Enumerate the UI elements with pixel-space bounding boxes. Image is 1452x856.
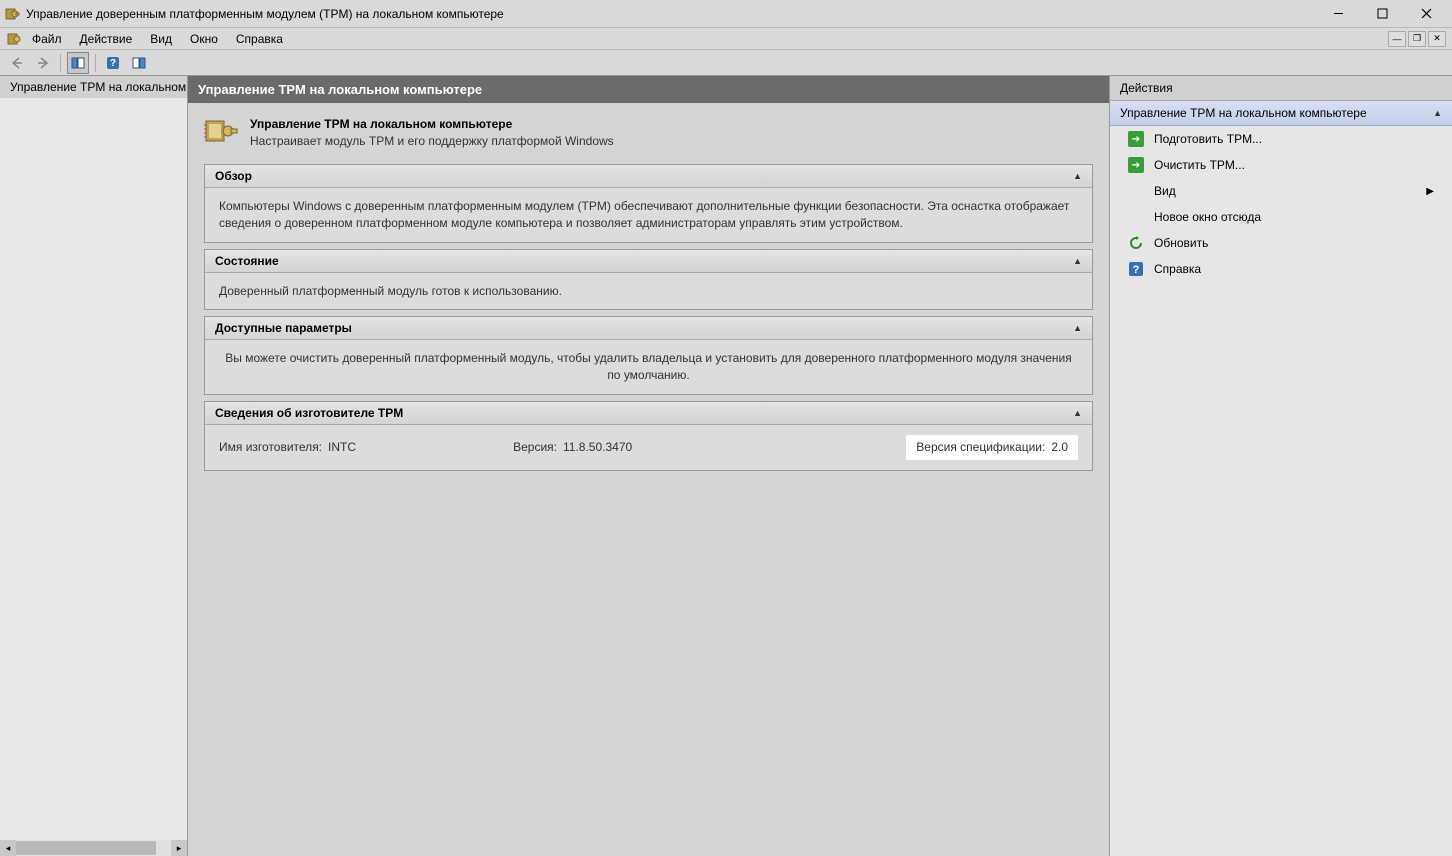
section-overview: Обзор ▲ Компьютеры Windows с доверенным … — [204, 164, 1093, 243]
window-title: Управление доверенным платформенным моду… — [26, 7, 1316, 21]
maximize-button[interactable] — [1360, 2, 1404, 26]
action-new-window[interactable]: Новое окно отсюда — [1110, 204, 1452, 230]
spec-version: Версия спецификации: 2.0 — [906, 435, 1078, 460]
section-params: Доступные параметры ▲ Вы можете очистить… — [204, 316, 1093, 395]
menu-help[interactable]: Справка — [228, 30, 291, 48]
toolbar-separator — [60, 54, 61, 72]
action-clear-tpm[interactable]: ➔ Очистить TPM... — [1110, 152, 1452, 178]
chip-key-icon — [6, 31, 22, 47]
scroll-thumb[interactable] — [16, 841, 156, 855]
action-refresh[interactable]: Обновить — [1110, 230, 1452, 256]
actions-pane: Действия Управление TPM на локальном ком… — [1110, 76, 1452, 856]
menubar: Файл Действие Вид Окно Справка — ❐ ✕ — [0, 28, 1452, 50]
blank-icon — [1128, 209, 1144, 225]
section-params-body: Вы можете очистить доверенный платформен… — [205, 340, 1092, 394]
mdi-minimize-button[interactable]: — — [1388, 31, 1406, 47]
tree-item-label: Управление TPM на локальном компьютере — [10, 80, 188, 94]
chip-key-icon — [4, 6, 20, 22]
help-icon: ? — [1128, 261, 1144, 277]
collapse-icon: ▲ — [1073, 171, 1082, 181]
collapse-icon: ▲ — [1073, 323, 1082, 333]
tree-pane: Управление TPM на локальном компьютере ◂… — [0, 76, 188, 856]
section-params-header[interactable]: Доступные параметры ▲ — [205, 317, 1092, 340]
close-button[interactable] — [1404, 2, 1448, 26]
help-button[interactable]: ? — [102, 52, 124, 74]
section-overview-header[interactable]: Обзор ▲ — [205, 165, 1092, 188]
manufacturer-version: Версия: 11.8.50.3470 — [513, 439, 632, 456]
action-prepare-tpm[interactable]: ➔ Подготовить TPM... — [1110, 126, 1452, 152]
manufacturer-name-value: INTC — [328, 439, 356, 456]
action-new-window-label: Новое окно отсюда — [1154, 210, 1261, 224]
manufacturer-version-label: Версия: — [513, 439, 557, 456]
manufacturer-name: Имя изготовителя: INTC — [219, 439, 356, 456]
action-help-label: Справка — [1154, 262, 1201, 276]
collapse-icon: ▲ — [1073, 408, 1082, 418]
action-help[interactable]: ? Справка — [1110, 256, 1452, 282]
spec-version-value: 2.0 — [1051, 439, 1068, 456]
show-hide-tree-button[interactable] — [67, 52, 89, 74]
toolbar: ? — [0, 50, 1452, 76]
intro-block: Управление TPM на локальном компьютере Н… — [188, 103, 1109, 158]
titlebar: Управление доверенным платформенным моду… — [0, 0, 1452, 28]
actions-header: Действия — [1110, 76, 1452, 101]
section-manufacturer-title: Сведения об изготовителе TPM — [215, 406, 1073, 420]
action-view[interactable]: Вид ▶ — [1110, 178, 1452, 204]
section-params-title: Доступные параметры — [215, 321, 1073, 335]
intro-description: Настраивает модуль TPM и его поддержку п… — [250, 134, 614, 148]
section-overview-body: Компьютеры Windows с доверенным платформ… — [205, 188, 1092, 242]
toolbar-separator — [95, 54, 96, 72]
menu-file[interactable]: Файл — [24, 30, 70, 48]
svg-text:?: ? — [110, 58, 116, 69]
manufacturer-row: Имя изготовителя: INTC Версия: 11.8.50.3… — [219, 435, 1078, 460]
section-manufacturer: Сведения об изготовителе TPM ▲ Имя изгот… — [204, 401, 1093, 471]
section-overview-title: Обзор — [215, 169, 1073, 183]
green-arrow-icon: ➔ — [1128, 131, 1144, 147]
svg-text:?: ? — [1133, 264, 1140, 276]
section-status: Состояние ▲ Доверенный платформенный мод… — [204, 249, 1093, 311]
scroll-track[interactable] — [16, 840, 171, 856]
window-controls — [1316, 2, 1448, 26]
blank-icon — [1128, 183, 1144, 199]
content-header: Управление TPM на локальном компьютере — [188, 76, 1109, 103]
manufacturer-version-value: 11.8.50.3470 — [563, 439, 632, 456]
green-arrow-icon: ➔ — [1128, 157, 1144, 173]
intro-title: Управление TPM на локальном компьютере — [250, 117, 614, 131]
manufacturer-name-label: Имя изготовителя: — [219, 439, 322, 456]
mdi-close-button[interactable]: ✕ — [1428, 31, 1446, 47]
main-layout: Управление TPM на локальном компьютере ◂… — [0, 76, 1452, 856]
tpm-chip-icon — [204, 117, 238, 145]
submenu-arrow-icon: ▶ — [1426, 186, 1434, 197]
spec-version-label: Версия спецификации: — [916, 439, 1045, 456]
menu-view[interactable]: Вид — [142, 30, 180, 48]
menu-window[interactable]: Окно — [182, 30, 226, 48]
action-view-label: Вид — [1154, 184, 1176, 198]
scroll-right-button[interactable]: ▸ — [171, 840, 187, 856]
scroll-left-button[interactable]: ◂ — [0, 840, 16, 856]
collapse-icon: ▲ — [1073, 256, 1082, 266]
mdi-restore-button[interactable]: ❐ — [1408, 31, 1426, 47]
section-manufacturer-header[interactable]: Сведения об изготовителе TPM ▲ — [205, 402, 1092, 425]
section-status-title: Состояние — [215, 254, 1073, 268]
mdi-controls: — ❐ ✕ — [1388, 31, 1446, 47]
tree-item-tpm[interactable]: Управление TPM на локальном компьютере — [0, 76, 187, 98]
action-prepare-label: Подготовить TPM... — [1154, 132, 1262, 146]
back-button[interactable] — [6, 52, 28, 74]
section-status-body: Доверенный платформенный модуль готов к … — [205, 273, 1092, 310]
actions-subheader-label: Управление TPM на локальном компьютере — [1120, 106, 1367, 120]
refresh-icon — [1128, 235, 1144, 251]
action-clear-label: Очистить TPM... — [1154, 158, 1245, 172]
collapse-icon: ▲ — [1433, 108, 1442, 118]
forward-button[interactable] — [32, 52, 54, 74]
section-status-header[interactable]: Состояние ▲ — [205, 250, 1092, 273]
actions-subheader[interactable]: Управление TPM на локальном компьютере ▲ — [1110, 101, 1452, 126]
content-pane: Управление TPM на локальном компьютере У… — [188, 76, 1110, 856]
menu-action[interactable]: Действие — [72, 30, 141, 48]
show-hide-action-pane-button[interactable] — [128, 52, 150, 74]
minimize-button[interactable] — [1316, 2, 1360, 26]
horizontal-scrollbar[interactable]: ◂ ▸ — [0, 840, 187, 856]
action-refresh-label: Обновить — [1154, 236, 1208, 250]
